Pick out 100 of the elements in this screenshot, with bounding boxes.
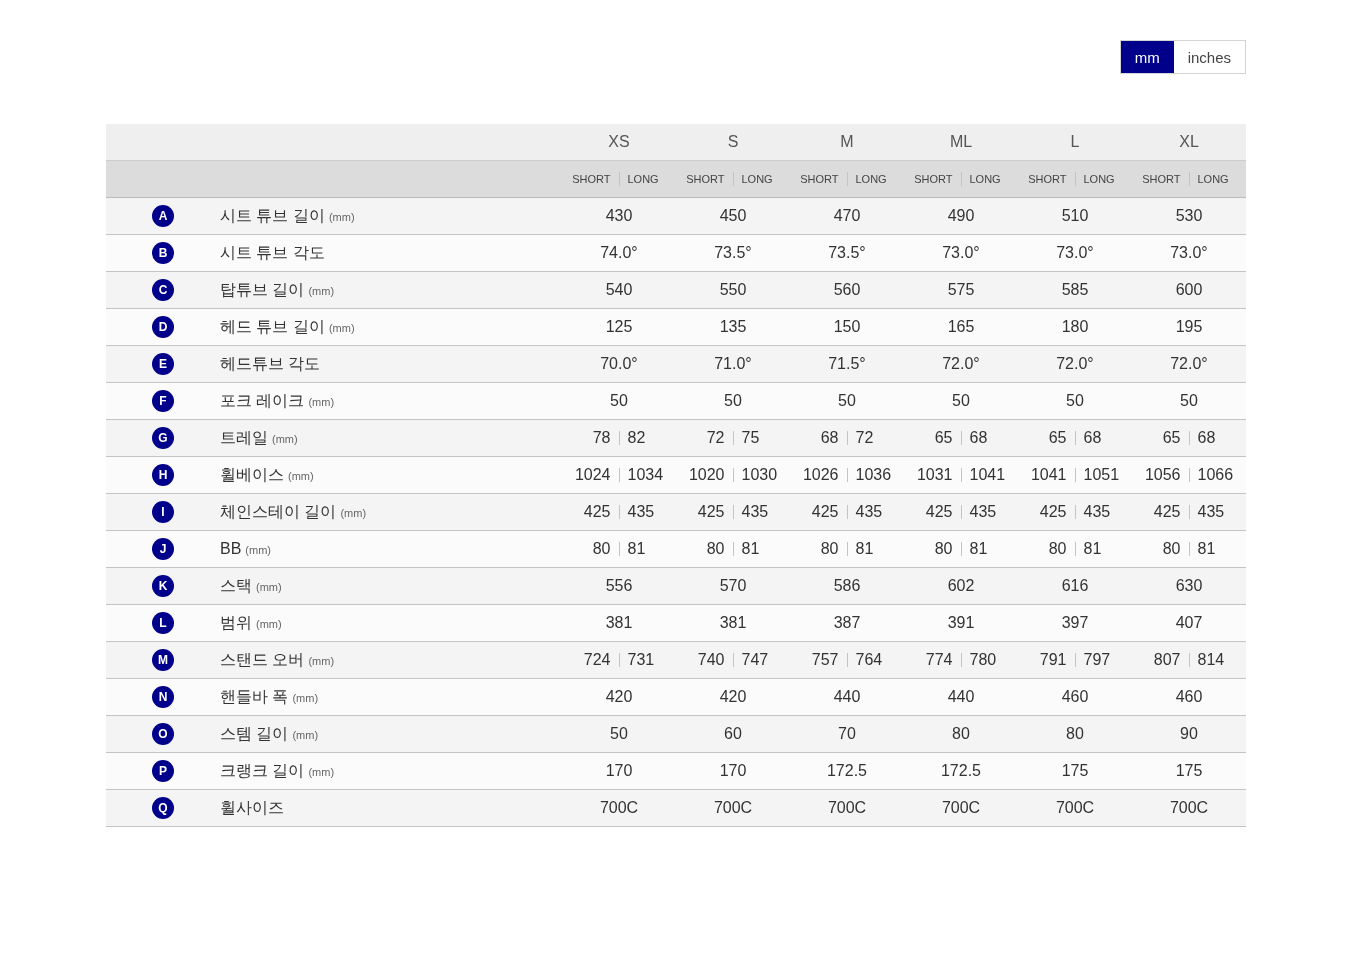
table-cell-text: 80 [1161, 540, 1181, 558]
table-cell: 407 [1175, 614, 1203, 632]
table-cell-text: 425 [582, 503, 611, 521]
table-cell-text: 72 [705, 429, 725, 447]
table-cell: 125 [605, 318, 633, 336]
table-cell-text: 425 [810, 503, 839, 521]
table-cell: 602 [947, 577, 975, 595]
table-cell-text: 435 [627, 503, 656, 521]
table-cell-text: 75 [741, 429, 761, 447]
table-cell-text: 78 [591, 429, 611, 447]
letter-badge: H [152, 464, 174, 486]
table-cell: 391 [947, 614, 975, 632]
unit-label: (mm) [256, 617, 282, 630]
table-cell-text: 425 [1038, 503, 1067, 521]
letter-badge: A [152, 205, 174, 227]
table-cell: 165 [947, 318, 975, 336]
table-cell-text: 68 [1083, 429, 1103, 447]
table-cell-text: 65 [1161, 429, 1181, 447]
table-cell-text: 774 [924, 651, 953, 669]
measurement-label: 스탠드 오버 [220, 649, 305, 670]
letter-badge: P [152, 760, 174, 782]
letter-badge: C [152, 279, 174, 301]
table-cell: 73.0° [1170, 244, 1208, 262]
measurement-label: 시트 튜브 길이 [220, 205, 325, 226]
table-cell: 71.5° [828, 355, 866, 373]
letter-badge: B [152, 242, 174, 264]
letter-badge: D [152, 316, 174, 338]
table-cell: 150 [833, 318, 861, 336]
letter-badge: M [152, 649, 174, 671]
table-cell: 440 [833, 688, 861, 706]
table-cell: 50 [1066, 392, 1084, 410]
letter-badge: Q [152, 797, 174, 819]
table-cell: 450 [719, 207, 747, 225]
table-cell: 73.5° [714, 244, 752, 262]
table-cell: 50 [724, 392, 742, 410]
table-cell: 60 [724, 725, 742, 743]
measurement-label: 트레일 [220, 427, 268, 448]
table-cell-text: 1026 [801, 466, 839, 484]
table-cell-text: 80 [705, 540, 725, 558]
table-cell-text: 1041 [1029, 466, 1067, 484]
table-cell-text: 1020 [687, 466, 725, 484]
table-cell: 420 [719, 688, 747, 706]
table-cell: 700C [941, 799, 981, 817]
table-cell-text: 747 [741, 651, 770, 669]
table-cell: 73.0° [942, 244, 980, 262]
table-cell-text: 1066 [1197, 466, 1235, 484]
short-header: SHORT [685, 173, 725, 185]
table-cell: 600 [1175, 281, 1203, 299]
table-cell-text: 1030 [741, 466, 779, 484]
table-cell: 180 [1061, 318, 1089, 336]
unit-toggle-button[interactable]: mm [1120, 41, 1174, 73]
letter-badge: F [152, 390, 174, 412]
letter-badge: I [152, 501, 174, 523]
unit-label: (mm) [292, 728, 319, 741]
letter-badge: L [152, 612, 174, 634]
size-header: M [840, 133, 854, 151]
table-cell-text: 764 [855, 651, 884, 669]
short-header: SHORT [1027, 173, 1067, 185]
table-cell-text: 435 [1197, 503, 1226, 521]
table-cell: 381 [719, 614, 747, 632]
table-cell: 585 [1061, 281, 1089, 299]
measurement-label: 포크 레이크 [220, 390, 305, 411]
letter-badge: K [152, 575, 174, 597]
table-cell: 616 [1061, 577, 1089, 595]
table-cell: 50 [1180, 392, 1198, 410]
table-cell: 50 [838, 392, 856, 410]
size-header: XS [608, 133, 630, 151]
table-cell-text: 80 [591, 540, 611, 558]
table-cell-text: 72 [855, 429, 875, 447]
letter-badge: J [152, 538, 174, 560]
measurement-label: 휠베이스 [220, 464, 284, 485]
table-cell-text: 82 [627, 429, 647, 447]
table-cell: 73.0° [1056, 244, 1094, 262]
table-cell: 172.5 [826, 762, 867, 780]
table-cell: 560 [833, 281, 861, 299]
table-cell-text: 1041 [969, 466, 1007, 484]
table-cell-text: 731 [627, 651, 656, 669]
table-cell: 470 [833, 207, 861, 225]
table-cell: 550 [719, 281, 747, 299]
unit-label: (mm) [256, 580, 282, 593]
table-cell: 72.0° [942, 355, 980, 373]
short-header: SHORT [1141, 173, 1181, 185]
short-header: SHORT [913, 173, 953, 185]
table-cell: 381 [605, 614, 633, 632]
short-header: SHORT [799, 173, 839, 185]
table-cell: 700C [1169, 799, 1209, 817]
table-cell: 172.5 [940, 762, 981, 780]
table-cell-text: 814 [1197, 651, 1226, 669]
measurement-label: 시트 튜브 각도 [220, 242, 325, 263]
table-cell: 540 [605, 281, 633, 299]
table-cell: 387 [833, 614, 861, 632]
table-cell-text: 740 [696, 651, 725, 669]
table-cell-text: 435 [969, 503, 998, 521]
table-cell: 700C [1055, 799, 1095, 817]
measurement-label: 체인스테이 길이 [220, 501, 337, 522]
long-header: LONG [627, 173, 660, 185]
table-cell: 135 [719, 318, 747, 336]
measurement-label: 헤드 튜브 길이 [220, 316, 325, 337]
unit-label: (mm) [308, 284, 335, 297]
table-cell: 460 [1175, 688, 1203, 706]
